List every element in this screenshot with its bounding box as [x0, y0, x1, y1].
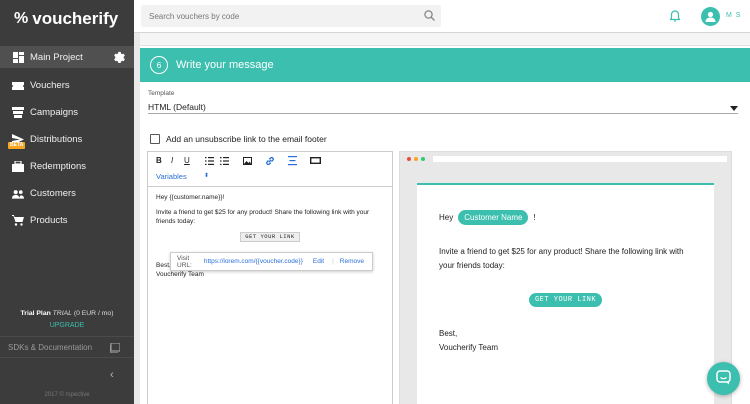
bullet-list-icon[interactable]: [220, 156, 229, 167]
sidebar-item-label: Customers: [30, 188, 76, 199]
sidebar-nav: Vouchers Campaigns Distributions BETA Re…: [0, 72, 134, 234]
user-initials[interactable]: M S: [726, 12, 741, 19]
chat-icon: [716, 370, 731, 387]
image-icon[interactable]: [243, 157, 252, 167]
window-dot-yellow: [414, 157, 418, 161]
template-select[interactable]: HTML (Default): [148, 100, 738, 114]
tooltip-edit-link[interactable]: Edit: [313, 258, 324, 265]
template-label: Template: [148, 90, 175, 97]
bold-button[interactable]: B: [156, 156, 162, 165]
upgrade-link[interactable]: UPGRADE: [0, 322, 134, 329]
ticket-icon: [12, 80, 24, 92]
beta-badge: BETA: [8, 142, 26, 149]
sidebar: % voucherify Main Project Vouchers Campa…: [0, 0, 134, 404]
preview-sign-2: Voucherify Team: [439, 343, 498, 352]
editor-link-button[interactable]: GET YOUR LINK: [240, 232, 300, 242]
preview-button-wrap: GET YOUR LINK: [439, 293, 692, 307]
step-header[interactable]: 6 Write your message: [140, 48, 750, 82]
tooltip-divider: |: [332, 258, 334, 265]
logo[interactable]: % voucherify: [0, 0, 134, 38]
editor-sign-2: Voucherify Team: [156, 271, 204, 278]
template-value: HTML (Default): [148, 101, 206, 112]
search-input[interactable]: [141, 5, 441, 27]
bell-icon[interactable]: [669, 10, 681, 24]
editor-toolbar: B I U Variables ⬍: [148, 152, 392, 187]
layers-icon: [12, 107, 24, 119]
preview-hey: Hey: [439, 212, 454, 222]
sidebar-item-label: Main Project: [30, 51, 83, 63]
sidebar-item-label: Redemptions: [30, 161, 86, 172]
preview-signature: Best, Voucherify Team: [439, 327, 692, 355]
sidebar-item-products[interactable]: Products: [0, 207, 134, 234]
copyright: 2017 © rspective: [44, 392, 90, 398]
editor-body[interactable]: Hey {{customer.name}}! Invite a friend t…: [148, 187, 392, 252]
users-icon: [12, 188, 24, 200]
sidebar-item-label: Distributions: [30, 134, 83, 145]
preview-window-bar: [400, 152, 731, 166]
caret-down-icon: [730, 103, 738, 113]
sidebar-item-label: Products: [30, 215, 68, 226]
previous-step-collapsed[interactable]: [140, 33, 750, 46]
window-dot-red: [407, 157, 411, 161]
sidebar-item-customers[interactable]: Customers: [0, 180, 134, 207]
sidebar-item-main-project[interactable]: Main Project: [0, 46, 134, 68]
ordered-list-icon[interactable]: [205, 157, 214, 167]
sidebar-item-label: Campaigns: [30, 107, 79, 118]
sidebar-item-redemptions[interactable]: Redemptions: [0, 153, 134, 180]
plan-price: (0 EUR / mo): [73, 310, 114, 317]
button-insert-icon[interactable]: [309, 156, 322, 166]
unsubscribe-checkbox[interactable]: [150, 134, 160, 144]
preview-greeting: Hey Customer Name !: [439, 209, 692, 225]
main-content: 6 Write your message Template HTML (Defa…: [140, 33, 750, 404]
tooltip-url[interactable]: https://lorem.com/{{voucher.code}}: [204, 258, 303, 265]
editor-greeting: Hey {{customer.name}}!: [156, 194, 225, 201]
underline-button[interactable]: U: [184, 156, 190, 165]
cart-icon: [12, 215, 24, 227]
email-preview: Hey Customer Name ! Invite a friend to g…: [399, 151, 732, 404]
book-icon: [109, 342, 121, 355]
link-tooltip: Visit URL: https://lorem.com/{{voucher.c…: [170, 252, 373, 271]
editor-body-text: Invite a friend to get $25 for any produ…: [156, 209, 370, 225]
unsubscribe-label: Add an unsubscribe link to the email foo…: [166, 134, 327, 144]
sidebar-item-vouchers[interactable]: Vouchers: [0, 72, 134, 99]
search-icon[interactable]: [424, 10, 435, 23]
link-icon[interactable]: [265, 156, 275, 168]
sidebar-item-distributions[interactable]: Distributions BETA: [0, 126, 134, 153]
button-align-icon[interactable]: [288, 156, 297, 168]
message-editor: B I U Variables ⬍ Hey {{customer.name}}!…: [147, 151, 393, 404]
collapse-sidebar-icon[interactable]: ‹: [110, 369, 114, 381]
plan-name: Trial Plan: [20, 310, 51, 317]
dashboard-icon: [12, 51, 24, 63]
avatar[interactable]: [701, 7, 720, 26]
variables-dropdown[interactable]: Variables: [156, 172, 187, 181]
tooltip-remove-link[interactable]: Remove: [340, 258, 364, 265]
percent-logo-icon: %: [14, 10, 29, 27]
sidebar-item-label: Vouchers: [30, 80, 70, 91]
window-dot-green: [421, 157, 425, 161]
step-title: Write your message: [176, 59, 274, 71]
plan-info: Trial Plan TRIAL (0 EUR / mo): [0, 310, 134, 317]
sidebar-item-campaigns[interactable]: Campaigns: [0, 99, 134, 126]
preview-bang: !: [533, 212, 536, 222]
unsubscribe-option[interactable]: Add an unsubscribe link to the email foo…: [150, 134, 327, 144]
preview-body-text: Invite a friend to get $25 for any produ…: [439, 247, 684, 270]
customer-name-pill: Customer Name: [458, 209, 529, 225]
sdk-documentation-link[interactable]: SDKs & Documentation: [0, 336, 134, 358]
italic-button[interactable]: I: [171, 156, 173, 165]
preview-url-bar: [433, 156, 727, 162]
plan-type: TRIAL: [52, 310, 72, 317]
gear-icon[interactable]: [112, 50, 125, 65]
tooltip-label: Visit URL:: [177, 254, 192, 269]
preview-link-button: GET YOUR LINK: [528, 293, 603, 307]
sdk-label: SDKs & Documentation: [8, 342, 93, 352]
top-header: M S: [134, 0, 750, 33]
chevron-updown-icon[interactable]: ⬍: [204, 172, 209, 179]
redeem-icon: [12, 161, 24, 173]
step-number: 6: [150, 56, 168, 74]
preview-sign-1: Best,: [439, 329, 458, 338]
preview-card: Hey Customer Name ! Invite a friend to g…: [417, 183, 714, 404]
chat-button[interactable]: [707, 362, 740, 395]
brand-name: voucherify: [32, 9, 119, 28]
